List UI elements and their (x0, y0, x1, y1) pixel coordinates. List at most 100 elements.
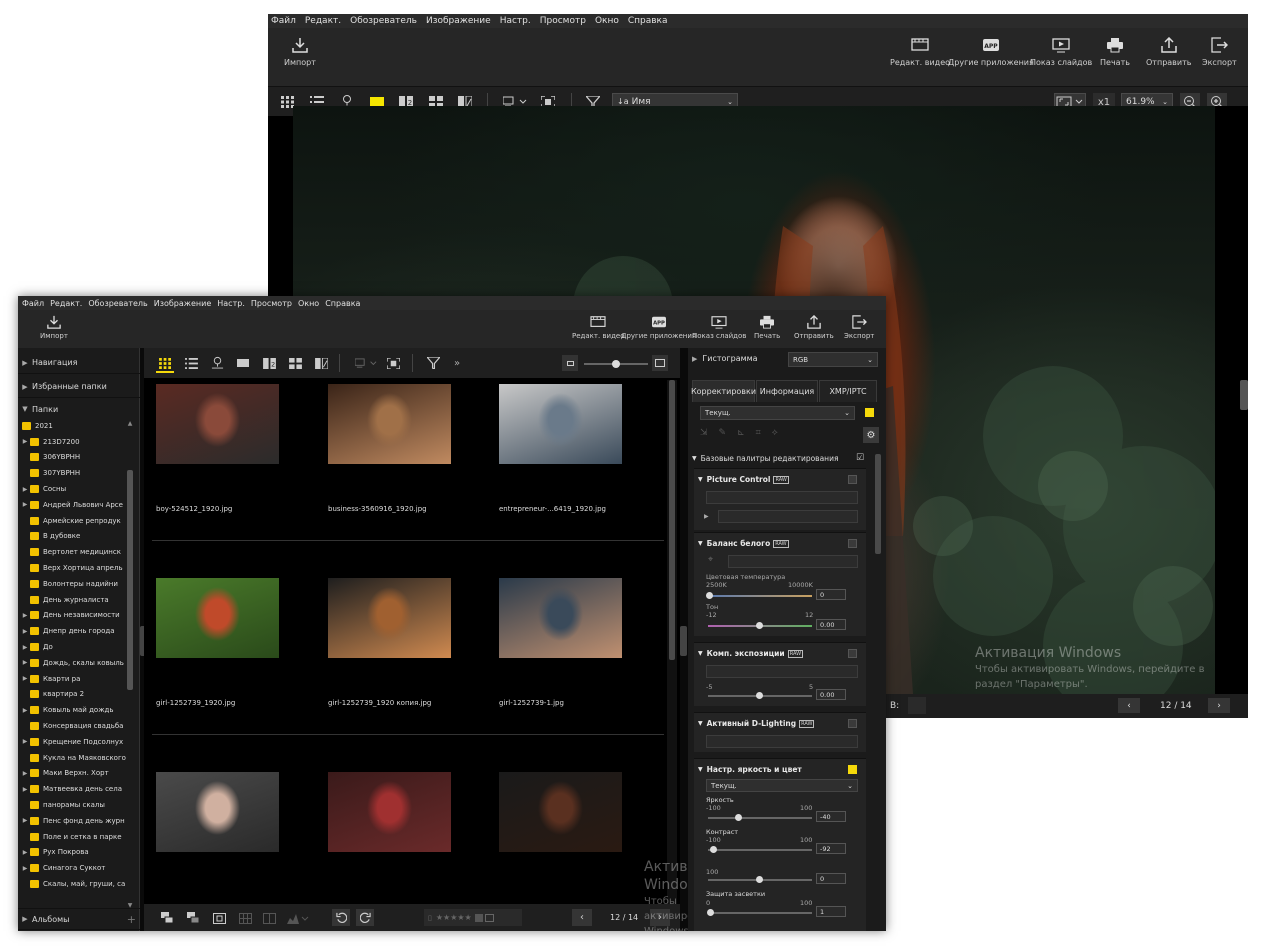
folder-item[interactable]: панорамы скалы (18, 797, 126, 813)
apply-adjustments-checkbox[interactable] (865, 408, 874, 417)
chevron-right-icon[interactable]: ▶ (20, 817, 30, 824)
highlight-knob[interactable] (707, 909, 714, 916)
edit-video-button[interactable]: Редакт. видео (890, 36, 950, 67)
folder-item[interactable]: ▶ 213D7200 (18, 434, 126, 450)
chevron-right-icon[interactable]: ▶ (20, 865, 30, 872)
chevron-right-icon[interactable]: ▶ (20, 738, 30, 745)
exposure-dropdown[interactable] (706, 665, 858, 678)
picture-control-checkbox[interactable] (848, 475, 857, 484)
thumbnail-image[interactable] (156, 578, 279, 658)
print-button[interactable]: Печать (754, 315, 780, 340)
albums-section[interactable]: ▶ Альбомы + (18, 908, 140, 930)
scroll-up-icon[interactable]: ▲ (126, 420, 134, 428)
folder-item[interactable]: ▶ Дождь, скалы ковыль (18, 655, 126, 671)
contrast-input[interactable]: -92 (816, 843, 846, 854)
menu-window[interactable]: Окно (595, 16, 619, 26)
folder-item[interactable]: Кукла на Маяковского (18, 750, 126, 766)
folder-item[interactable]: Вертолет медицинск (18, 544, 126, 560)
menu-edit[interactable]: Редакт. (305, 16, 341, 26)
picture-control-dropdown[interactable] (706, 491, 858, 504)
thumbnail-image[interactable] (499, 578, 622, 658)
scroll-thumb[interactable] (127, 470, 133, 690)
folder-item[interactable]: ▶ Синагога Суккот (18, 860, 126, 876)
folder-item[interactable]: ▶ Рух Покрова (18, 845, 126, 861)
adl-checkbox[interactable] (848, 719, 857, 728)
map-view-icon[interactable] (208, 354, 226, 370)
scroll-thumb[interactable] (669, 380, 675, 660)
menu-settings[interactable]: Настр. (217, 299, 245, 308)
folder-item[interactable]: ▶ День независимости (18, 608, 126, 624)
brightness-color-header[interactable]: ▼ Настр. яркость и цвет (698, 765, 802, 774)
frame-icon[interactable] (210, 910, 228, 926)
folder-item[interactable]: ▶ Пенс фонд день журн (18, 813, 126, 829)
contrast-knob[interactable] (710, 846, 717, 853)
folder-item[interactable]: ▶ Крещение Подсолнух (18, 734, 126, 750)
thumbnail-scrollbar[interactable] (667, 380, 677, 904)
histogram-overlay-icon[interactable] (286, 910, 310, 926)
single-view-icon[interactable] (234, 355, 252, 371)
chevron-right-icon[interactable]: ▶ (20, 438, 30, 445)
brightness-color-checkbox[interactable] (848, 765, 857, 774)
rotate-left-button[interactable] (332, 909, 350, 926)
next-image-button[interactable]: › (1208, 698, 1230, 713)
tab-xmp-iptc[interactable]: XMP/IPTC (819, 380, 877, 402)
small-thumb-icon[interactable] (562, 355, 578, 371)
compare-view-icon[interactable]: 2 (260, 355, 278, 371)
grid-overlay-icon[interactable] (236, 910, 254, 926)
contrast-slider[interactable] (708, 849, 812, 851)
adl-dropdown[interactable] (706, 735, 858, 748)
folder-item[interactable]: ▶ Сосны (18, 481, 126, 497)
star-icon[interactable]: ★ (443, 913, 450, 922)
menu-browser[interactable]: Обозреватель (350, 16, 417, 26)
export-button[interactable]: Экспорт (844, 315, 874, 340)
chevron-right-icon[interactable]: ▶ (20, 644, 30, 651)
thumbnail-image[interactable] (328, 772, 451, 852)
color-label-icon[interactable] (484, 913, 494, 922)
chevron-right-icon[interactable]: ▶ (20, 612, 30, 619)
export-button[interactable]: Экспорт (1202, 36, 1237, 67)
panel-collapse-handle[interactable] (1240, 380, 1248, 410)
menu-view[interactable]: Просмотр (540, 16, 586, 26)
prev-image-button[interactable]: ‹ (572, 909, 592, 926)
star-icon[interactable]: ★ (450, 913, 457, 922)
highlight-slider[interactable] (708, 912, 812, 914)
chevron-right-icon[interactable]: ▶ (20, 786, 30, 793)
menu-browser[interactable]: Обозреватель (88, 299, 147, 308)
folder-item[interactable]: День журналиста (18, 592, 126, 608)
chevron-right-icon[interactable]: ▶ (704, 513, 709, 520)
slideshow-button[interactable]: Показ слайдов (692, 315, 746, 340)
adl-header[interactable]: ▼ Активный D-Lighting RAW (698, 719, 815, 728)
add-album-icon[interactable]: + (127, 913, 136, 926)
slideshow-button[interactable]: Показ слайдов (1030, 36, 1092, 67)
menu-edit[interactable]: Редакт. (50, 299, 82, 308)
folder-item[interactable]: 307YBPHH (18, 465, 126, 481)
tone-knob[interactable] (756, 622, 763, 629)
other-apps-button[interactable]: APP Другие приложения (948, 36, 1034, 67)
filter-icon[interactable] (424, 355, 442, 371)
gear-icon[interactable]: ⚙ (863, 427, 879, 443)
brightness-slider[interactable] (708, 817, 812, 819)
thumbnail-image[interactable] (156, 384, 279, 464)
picture-control-sub-dropdown[interactable] (718, 510, 858, 523)
preset-dropdown[interactable]: Текущ. ⌄ (700, 406, 855, 420)
menu-file[interactable]: Файл (271, 16, 296, 26)
right-panel-collapse-handle[interactable] (680, 626, 687, 656)
import-button[interactable]: Импорт (40, 315, 68, 340)
menu-view[interactable]: Просмотр (251, 299, 292, 308)
tab-adjustments[interactable]: Корректировки (691, 380, 756, 402)
brightness-input[interactable]: -40 (816, 811, 846, 822)
menu-file[interactable]: Файл (22, 299, 44, 308)
large-thumb-icon[interactable] (652, 355, 668, 371)
grid-view-icon[interactable] (156, 355, 174, 373)
white-balance-header[interactable]: ▼ Баланс белого RAW (698, 539, 789, 548)
send-button[interactable]: Отправить (794, 315, 834, 340)
folder-item[interactable]: Волонтеры надийни (18, 576, 126, 592)
folder-item[interactable]: ▶ До (18, 639, 126, 655)
thumbnail-image[interactable] (328, 578, 451, 658)
folder-item[interactable]: Консервация свадьба (18, 718, 126, 734)
star-icon[interactable]: ★ (457, 913, 464, 922)
straighten-icon[interactable]: ⊾ (737, 428, 745, 444)
navigation-section[interactable]: ▶ Навигация (18, 352, 140, 374)
list-view-icon[interactable] (182, 355, 200, 371)
folders-section[interactable]: ▼ Папки (18, 398, 140, 420)
